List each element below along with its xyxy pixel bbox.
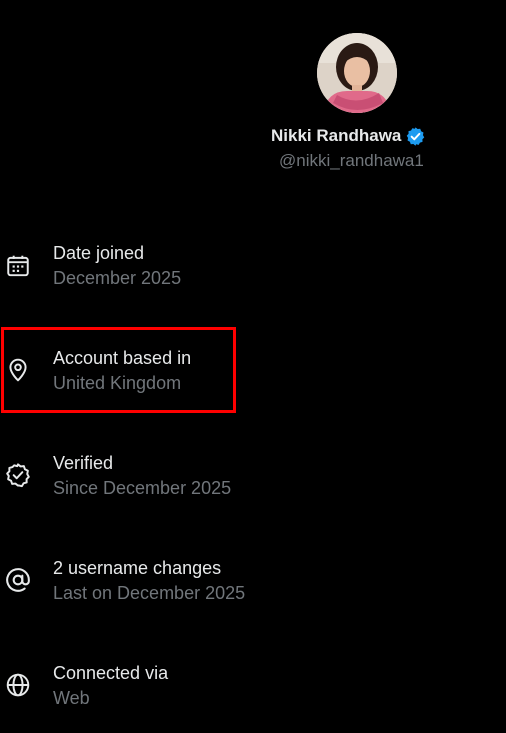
info-item-account-based-in: Account based in United Kingdom <box>0 348 506 418</box>
globe-icon <box>5 672 31 698</box>
info-label: Connected via <box>53 663 169 683</box>
avatar[interactable] <box>317 33 397 113</box>
handle[interactable]: @nikki_randhawa1 <box>279 151 424 171</box>
info-value: United Kingdom <box>53 373 182 393</box>
info-value: Last on December 2025 <box>53 583 246 603</box>
name-row: Nikki Randhawa <box>271 124 426 148</box>
info-value: December 2025 <box>53 268 182 288</box>
info-label: Account based in <box>53 348 192 368</box>
calendar-icon <box>5 253 31 279</box>
verified-check-icon <box>5 462 31 488</box>
location-pin-icon <box>5 357 31 383</box>
info-value: Web <box>53 688 90 708</box>
info-value: Since December 2025 <box>53 478 232 498</box>
profile-header: Nikki Randhawa @nikki_randhawa1 <box>0 0 506 190</box>
info-label: Date joined <box>53 243 145 263</box>
verified-badge-icon[interactable] <box>405 126 426 147</box>
info-item-date-joined: Date joined December 2025 <box>0 243 506 313</box>
info-label: Verified <box>53 453 114 473</box>
info-label: 2 username changes <box>53 558 222 578</box>
info-item-username-changes: 2 username changes Last on December 2025 <box>0 558 506 628</box>
info-item-connected-via: Connected via Web <box>0 663 506 733</box>
display-name[interactable]: Nikki Randhawa <box>271 126 401 146</box>
avatar-image <box>317 33 397 113</box>
info-item-verified: Verified Since December 2025 <box>0 453 506 523</box>
at-sign-icon <box>5 567 31 593</box>
